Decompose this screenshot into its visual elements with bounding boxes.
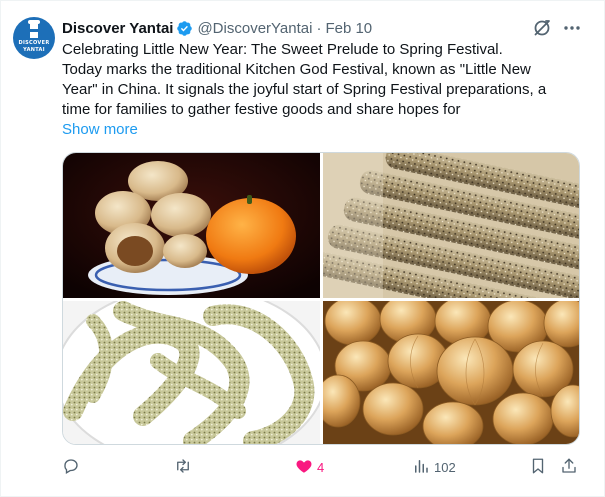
media-image-sesame-twist-candies[interactable]	[63, 301, 320, 444]
bookmark-icon	[529, 457, 547, 478]
bookmark-button[interactable]	[529, 457, 547, 477]
tweet-header: Discover Yantai @DiscoverYantai · Feb 10	[62, 18, 372, 38]
views-count: 102	[434, 459, 456, 475]
more-options-icon[interactable]	[562, 20, 582, 36]
share-button[interactable]	[560, 457, 578, 477]
action-bar: 4 102	[62, 457, 587, 477]
lighthouse-band	[30, 29, 38, 32]
like-button[interactable]: 4	[295, 457, 324, 477]
tweet-card[interactable]: DISCOVER YANTAI Discover Yantai @Discove…	[0, 0, 605, 497]
avatar[interactable]: DISCOVER YANTAI	[13, 17, 55, 59]
tweet-text-line: time for families to gather festive good…	[62, 101, 461, 118]
views-icon	[412, 457, 430, 478]
like-count: 4	[317, 459, 325, 475]
separator-dot: ·	[316, 19, 322, 37]
tweet-text: Celebrating Little New Year: The Sweet P…	[62, 40, 587, 120]
show-more-link[interactable]: Show more	[62, 121, 138, 138]
tweet-text-line: Celebrating Little New Year: The Sweet P…	[62, 41, 503, 58]
tweet-text-line: Today marks the traditional Kitchen God …	[62, 61, 531, 78]
media-image-sesame-candy-sticks[interactable]	[323, 153, 579, 298]
reply-button[interactable]	[62, 457, 84, 477]
media-image-golden-melon-candies[interactable]	[323, 301, 579, 444]
avatar-text-line2: YANTAI	[23, 47, 45, 53]
grok-icon[interactable]	[532, 18, 552, 38]
media-grid	[62, 152, 580, 445]
retweet-icon	[174, 457, 192, 478]
display-name[interactable]: Discover Yantai	[62, 20, 173, 37]
post-date[interactable]: Feb 10	[325, 20, 372, 37]
handle[interactable]: @DiscoverYantai	[197, 20, 312, 37]
retweet-button[interactable]	[174, 457, 196, 477]
avatar-text-line1: DISCOVER	[18, 40, 50, 46]
reply-icon	[62, 457, 80, 478]
tweet-text-line: Year" in China. It signals the joyful st…	[62, 81, 547, 98]
share-icon	[560, 457, 578, 478]
media-image-melon-candies-and-persimmon[interactable]	[63, 153, 320, 298]
verified-badge-icon[interactable]	[176, 20, 193, 37]
views-button[interactable]: 102	[412, 457, 456, 477]
heart-icon	[295, 457, 313, 478]
